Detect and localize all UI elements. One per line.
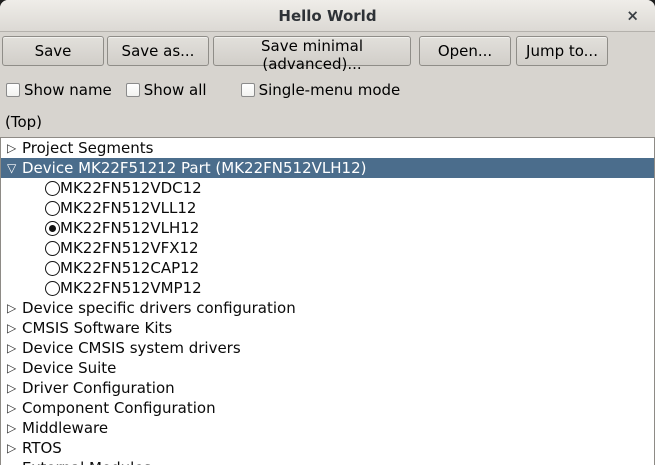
expander-collapsed-icon[interactable]: ▷ [7, 298, 22, 318]
expander-expanded-icon[interactable]: ▽ [7, 158, 22, 178]
tree-item-label: Component Configuration [22, 399, 216, 417]
expander-collapsed-icon[interactable]: ▷ [7, 398, 22, 418]
tree-item-device-specific-drivers-configuration[interactable]: ▷Device specific drivers configuration [1, 298, 654, 318]
tree-item-device-suite[interactable]: ▷Device Suite [1, 358, 654, 378]
show-name-checkbox[interactable] [6, 83, 20, 97]
tree-item-label: MK22FN512VLL12 [60, 199, 196, 217]
tree-item-mk22fn512vfx12[interactable]: MK22FN512VFX12 [1, 238, 654, 258]
radio-button[interactable] [45, 261, 60, 276]
config-tree: ▷Project Segments▽Device MK22F51212 Part… [0, 137, 655, 465]
tree-item-middleware[interactable]: ▷Middleware [1, 418, 654, 438]
jump-to-button[interactable]: Jump to... [516, 36, 608, 66]
show-all-option[interactable]: Show all [126, 81, 207, 99]
tree-item-label: MK22FN512VFX12 [60, 239, 199, 257]
expander-collapsed-icon[interactable]: ▷ [7, 378, 22, 398]
tree-item-rtos[interactable]: ▷RTOS [1, 438, 654, 458]
tree-item-label: Project Segments [22, 139, 153, 157]
dialog-window: Hello World × SaveSave as...Save minimal… [0, 0, 655, 465]
tree-item-mk22fn512vlh12[interactable]: MK22FN512VLH12 [1, 218, 654, 238]
tree-item-mk22fn512vll12[interactable]: MK22FN512VLL12 [1, 198, 654, 218]
checkbox-label: Show name [24, 81, 112, 99]
radio-button[interactable] [45, 241, 60, 256]
radio-button[interactable] [45, 281, 60, 296]
save-button[interactable]: Save [2, 36, 104, 66]
show-name-option[interactable]: Show name [6, 81, 112, 99]
show-all-checkbox[interactable] [126, 83, 140, 97]
tree-item-label: Middleware [22, 419, 108, 437]
tree-item-cmsis-software-kits[interactable]: ▷CMSIS Software Kits [1, 318, 654, 338]
expander-collapsed-icon[interactable]: ▷ [7, 338, 22, 358]
window-title: Hello World [278, 7, 376, 25]
save-as-button[interactable]: Save as... [107, 36, 209, 66]
toolbar: SaveSave as...Save minimal (advanced)...… [0, 36, 655, 66]
breadcrumb-top-label: (Top) [5, 113, 655, 131]
tree-item-label: RTOS [22, 439, 62, 457]
open-button[interactable]: Open... [419, 36, 511, 66]
expander-collapsed-icon[interactable]: ▷ [7, 138, 22, 158]
tree-item-label: MK22FN512VDC12 [60, 179, 202, 197]
tree-item-label: Device MK22F51212 Part (MK22FN512VLH12) [22, 159, 366, 177]
tree-item-mk22fn512vmp12[interactable]: MK22FN512VMP12 [1, 278, 654, 298]
tree-item-external-modules[interactable]: External Modules [1, 458, 654, 465]
expander-collapsed-icon[interactable]: ▷ [7, 358, 22, 378]
checkbox-label: Single-menu mode [259, 81, 401, 99]
expander-collapsed-icon[interactable]: ▷ [7, 318, 22, 338]
radio-button[interactable] [45, 201, 60, 216]
tree-item-label: Driver Configuration [22, 379, 175, 397]
tree-item-mk22fn512cap12[interactable]: MK22FN512CAP12 [1, 258, 654, 278]
radio-button[interactable] [45, 221, 60, 236]
expander-collapsed-icon[interactable]: ▷ [7, 438, 22, 458]
tree-item-label: MK22FN512CAP12 [60, 259, 199, 277]
checkbox-label: Show all [144, 81, 207, 99]
save-minimal-advanced-button[interactable]: Save minimal (advanced)... [213, 36, 411, 66]
tree-item-label: Device CMSIS system drivers [22, 339, 241, 357]
radio-button[interactable] [45, 181, 60, 196]
tree-item-driver-configuration[interactable]: ▷Driver Configuration [1, 378, 654, 398]
tree-item-label: Device Suite [22, 359, 116, 377]
tree-item-label: MK22FN512VMP12 [60, 279, 202, 297]
tree-item-label: Device specific drivers configuration [22, 299, 296, 317]
tree-item-device-cmsis-system-drivers[interactable]: ▷Device CMSIS system drivers [1, 338, 654, 358]
close-button[interactable]: × [626, 8, 639, 23]
tree-item-mk22fn512vdc12[interactable]: MK22FN512VDC12 [1, 178, 654, 198]
single-menu-mode-checkbox[interactable] [241, 83, 255, 97]
options-row: Show name Show all Single-menu mode [0, 81, 655, 99]
titlebar[interactable]: Hello World × [0, 0, 655, 32]
tree-item-project-segments[interactable]: ▷Project Segments [1, 138, 654, 158]
single-menu-mode-option[interactable]: Single-menu mode [241, 81, 401, 99]
tree-item-label: MK22FN512VLH12 [60, 219, 199, 237]
tree-item-component-configuration[interactable]: ▷Component Configuration [1, 398, 654, 418]
tree-item-label: External Modules [22, 459, 151, 465]
tree-item-device-mk22f51212-part-mk22fn512vlh12[interactable]: ▽Device MK22F51212 Part (MK22FN512VLH12) [1, 158, 654, 178]
tree-item-label: CMSIS Software Kits [22, 319, 172, 337]
expander-collapsed-icon[interactable]: ▷ [7, 418, 22, 438]
